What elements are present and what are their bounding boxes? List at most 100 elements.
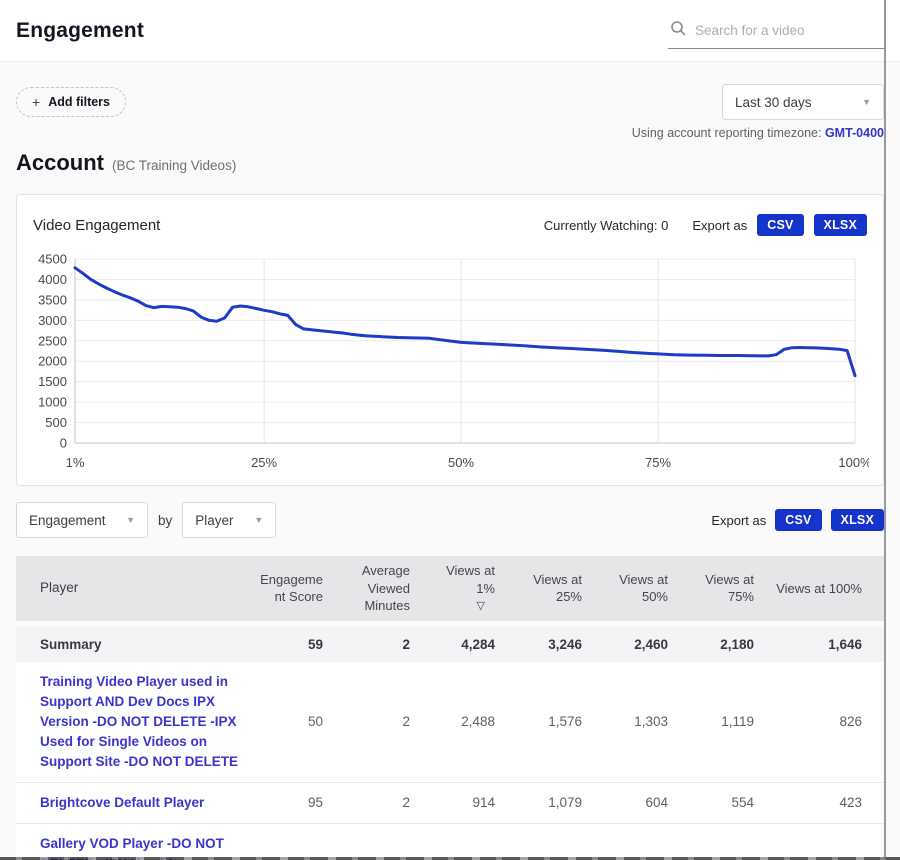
chevron-down-icon: ▼: [862, 97, 871, 107]
timezone-note: Using account reporting timezone: GMT-04…: [16, 126, 884, 140]
date-range-value: Last 30 days: [735, 95, 812, 110]
player-cell: Summary: [16, 627, 260, 662]
video-engagement-card: Video Engagement Currently Watching: 0 E…: [16, 194, 884, 486]
axis-tick-label: 75%: [645, 455, 671, 470]
metric-cell-engagement_score: 50: [260, 662, 345, 782]
page-title: Engagement: [16, 19, 144, 43]
date-range-select[interactable]: Last 30 days ▼: [722, 84, 884, 120]
chevron-down-icon: ▼: [126, 515, 135, 525]
metric-cell-views_100: 826: [776, 662, 884, 782]
export-as-label: Export as: [711, 513, 766, 528]
card-actions: Currently Watching: 0 Export as CSV XLSX: [544, 214, 867, 236]
search-icon: [670, 20, 686, 41]
column-header-label: Average Viewed Minutes: [345, 562, 410, 615]
column-header-label: Engagement Score: [260, 571, 323, 606]
account-subtitle: (BC Training Videos): [112, 158, 236, 173]
currently-watching: Currently Watching: 0: [544, 218, 669, 233]
axis-tick-label: 1%: [66, 455, 85, 470]
export-xlsx-button[interactable]: XLSX: [814, 214, 867, 236]
column-header-label: Views at 75%: [690, 571, 754, 606]
axis-tick-label: 4500: [38, 252, 67, 267]
metric-cell-views_75: 554: [690, 782, 776, 823]
column-header-views-at-1[interactable]: Views at 1% ▽: [432, 556, 517, 627]
metric-cell-views_75: 270: [690, 823, 776, 860]
metric-cell-views_100: 219: [776, 823, 884, 860]
export-csv-button[interactable]: CSV: [757, 214, 803, 236]
metric-cell-views_1: 380: [432, 823, 517, 860]
metric-cell-avg_viewed_minutes: 2: [345, 662, 432, 782]
axis-tick-label: 100%: [838, 455, 869, 470]
window-right-edge: [884, 0, 886, 860]
player-cell: Brightcove Default Player: [16, 782, 260, 823]
metric-cell-views_100: 1,646: [776, 627, 884, 662]
dimension-select[interactable]: Player ▼: [182, 502, 276, 538]
sort-descending-icon[interactable]: ▽: [432, 599, 495, 614]
metric-cell-views_25: 310: [517, 823, 604, 860]
metric-cell-engagement_score: 95: [260, 782, 345, 823]
player-cell: Training Video Player used in Support AN…: [16, 662, 260, 782]
engagement-page: Engagement + Add filters Last 30 days ▼: [0, 0, 900, 860]
metric-cell-views_25: 3,246: [517, 627, 604, 662]
player-link[interactable]: Training Video Player used in Support AN…: [40, 672, 238, 772]
metric-select-value: Engagement: [29, 513, 106, 528]
export-as-label: Export as: [692, 218, 747, 233]
table-export-group: Export as CSV XLSX: [711, 509, 884, 531]
column-header-average-viewed-minutes[interactable]: Average Viewed Minutes: [345, 556, 432, 627]
card-title: Video Engagement: [33, 217, 160, 234]
by-label: by: [158, 513, 172, 528]
top-bar: Engagement: [0, 0, 900, 62]
column-header-views-at-25[interactable]: Views at 25%: [517, 556, 604, 627]
column-header-engagement-score[interactable]: Engagement Score: [260, 556, 345, 627]
add-filters-button[interactable]: + Add filters: [16, 87, 126, 117]
metric-cell-views_100: 423: [776, 782, 884, 823]
engagement-chart: 0500100015002000250030003500400045001%25…: [31, 245, 869, 479]
dimension-select-value: Player: [195, 513, 233, 528]
metric-cell-views_25: 1,079: [517, 782, 604, 823]
filter-row: + Add filters Last 30 days ▼: [16, 84, 884, 120]
metric-cell-views_1: 2,488: [432, 662, 517, 782]
metric-cell-views_50: 1,303: [604, 662, 690, 782]
column-header-player[interactable]: Player: [16, 556, 260, 627]
metric-cell-avg_viewed_minutes: 2: [345, 627, 432, 662]
export-xlsx-button[interactable]: XLSX: [831, 509, 884, 531]
search-input[interactable]: [695, 23, 882, 38]
player-row: Gallery VOD Player -DO NOT DELETE - IPX …: [16, 823, 884, 860]
column-header-views-at-50[interactable]: Views at 50%: [604, 556, 690, 627]
axis-tick-label: 3000: [38, 313, 67, 328]
metric-cell-views_75: 2,180: [690, 627, 776, 662]
metric-cell-views_50: 604: [604, 782, 690, 823]
column-header-label: Views at 100%: [776, 580, 862, 598]
axis-tick-label: 2500: [38, 333, 67, 348]
player-row: Brightcove Default Player9529141,0796045…: [16, 782, 884, 823]
report-body: + Add filters Last 30 days ▼ Using accou…: [0, 62, 900, 860]
metric-cell-avg_viewed_minutes: 2: [345, 823, 432, 860]
metric-cell-views_1: 4,284: [432, 627, 517, 662]
video-search[interactable]: [668, 13, 884, 49]
plus-icon: +: [32, 95, 40, 109]
table-controls: Engagement ▼ by Player ▼ Export as CSV X…: [16, 502, 884, 538]
column-header-label: Views at 1%: [432, 562, 495, 597]
axis-tick-label: 25%: [251, 455, 277, 470]
add-filters-label: Add filters: [48, 95, 110, 109]
account-title: Account: [16, 150, 104, 176]
column-header-views-at-100[interactable]: Views at 100%: [776, 556, 884, 627]
metric-cell-views_50: 2,460: [604, 627, 690, 662]
metric-cell-views_1: 914: [432, 782, 517, 823]
metric-cell-views_75: 1,119: [690, 662, 776, 782]
timezone-link[interactable]: GMT-0400: [825, 126, 884, 140]
chevron-down-icon: ▼: [254, 515, 263, 525]
player-link[interactable]: Brightcove Default Player: [40, 793, 204, 813]
axis-tick-label: 500: [45, 415, 67, 430]
export-csv-button[interactable]: CSV: [775, 509, 821, 531]
player-cell: Gallery VOD Player -DO NOT DELETE - IPX …: [16, 823, 260, 860]
account-heading: Account (BC Training Videos): [16, 150, 884, 180]
column-header-views-at-75[interactable]: Views at 75%: [690, 556, 776, 627]
engagement-line-series: [75, 268, 855, 376]
timezone-text: Using account reporting timezone:: [632, 126, 822, 140]
card-header: Video Engagement Currently Watching: 0 E…: [31, 195, 869, 245]
axis-tick-label: 0: [60, 436, 67, 451]
axis-tick-label: 50%: [448, 455, 474, 470]
column-header-label: Views at 50%: [604, 571, 668, 606]
column-header-label: Player: [40, 579, 238, 597]
metric-select[interactable]: Engagement ▼: [16, 502, 148, 538]
